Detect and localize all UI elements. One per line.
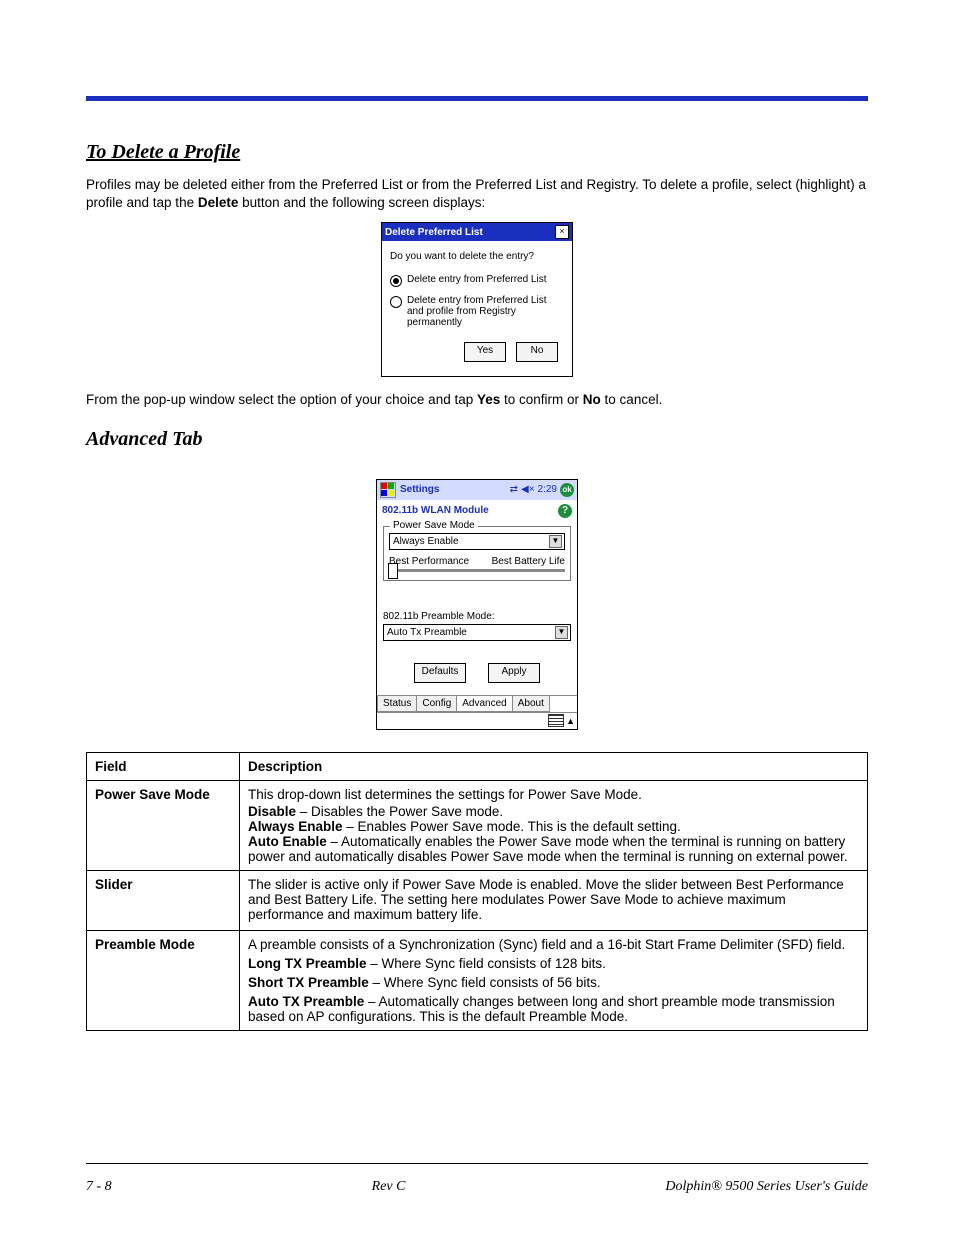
dialog-title: Delete Preferred List <box>385 227 483 238</box>
item-b: Always Enable <box>248 819 343 834</box>
item-b: Auto Enable <box>248 834 327 849</box>
no-button[interactable]: No <box>516 342 558 362</box>
footer-title: Dolphin® 9500 Series User's Guide <box>665 1179 868 1195</box>
post-end: to cancel. <box>601 392 663 407</box>
best-perf-label: Best Performance <box>389 556 469 567</box>
section-title-advanced: Advanced Tab <box>86 428 868 451</box>
top-rule <box>86 96 868 101</box>
intro-delete-bold: Delete <box>198 195 239 210</box>
radio-opt1-label: Delete entry from Preferred List <box>407 274 547 285</box>
desc-lead: The slider is active only if Power Save … <box>248 877 859 922</box>
psm-slider[interactable] <box>389 569 565 572</box>
psm-value: Always Enable <box>393 536 459 547</box>
psm-dropdown[interactable]: Always Enable ▼ <box>389 533 565 550</box>
cell-field: Preamble Mode <box>87 931 240 1031</box>
cell-field: Slider <box>87 871 240 931</box>
item-t: – Where Sync field consists of 56 bits. <box>369 975 601 990</box>
th-field: Field <box>87 753 240 781</box>
close-icon[interactable]: × <box>555 225 569 239</box>
preamble-dropdown[interactable]: Auto Tx Preamble ▼ <box>383 624 571 641</box>
footer-page: 7 - 8 <box>86 1179 112 1195</box>
intro-paragraph: Profiles may be deleted either from the … <box>86 176 868 212</box>
cell-desc: The slider is active only if Power Save … <box>240 871 868 931</box>
radio-opt2-label: Delete entry from Preferred List and pro… <box>407 295 564 328</box>
chevron-down-icon: ▼ <box>555 626 568 639</box>
tab-config[interactable]: Config <box>416 696 457 712</box>
preamble-label: 802.11b Preamble Mode: <box>383 611 571 622</box>
delete-dialog: Delete Preferred List × Do you want to d… <box>381 222 573 377</box>
slider-thumb[interactable] <box>388 563 398 579</box>
item-t: – Enables Power Save mode. This is the d… <box>343 819 681 834</box>
post-yes: Yes <box>477 392 500 407</box>
section-title-delete: To Delete a Profile <box>86 141 868 164</box>
table-row: Power Save Mode This drop-down list dete… <box>87 781 868 871</box>
item-b: Long TX Preamble <box>248 956 367 971</box>
footer-rule <box>86 1163 868 1164</box>
volume-icon: ◀× <box>521 484 535 495</box>
help-icon[interactable]: ? <box>558 504 572 518</box>
preamble-value: Auto Tx Preamble <box>387 627 467 638</box>
item-b: Short TX Preamble <box>248 975 369 990</box>
module-label: 802.11b WLAN Module <box>382 505 489 516</box>
power-save-group: Power Save Mode Always Enable ▼ Best Per… <box>383 526 571 581</box>
yes-button[interactable]: Yes <box>464 342 506 362</box>
settings-title: Settings <box>400 484 506 495</box>
item-b: Disable <box>248 804 296 819</box>
item-b: Auto TX Preamble <box>248 994 364 1009</box>
post-no: No <box>583 392 601 407</box>
apply-button[interactable]: Apply <box>488 663 540 683</box>
tab-status[interactable]: Status <box>377 696 417 712</box>
dialog-question: Do you want to delete the entry? <box>390 251 564 262</box>
tab-about[interactable]: About <box>512 696 550 712</box>
post-paragraph: From the pop-up window select the option… <box>86 391 868 409</box>
up-arrow-icon[interactable]: ▲ <box>566 716 575 726</box>
keyboard-icon[interactable] <box>548 714 564 727</box>
footer-rev: Rev C <box>372 1179 406 1195</box>
item-t: – Where Sync field consists of 128 bits. <box>367 956 606 971</box>
tab-advanced[interactable]: Advanced <box>456 696 512 712</box>
radio-opt1[interactable] <box>390 275 402 287</box>
best-batt-label: Best Battery Life <box>492 556 565 567</box>
advanced-screenshot: Settings ⇄ ◀× 2:29 ok 802.11b WLAN Modul… <box>376 479 578 730</box>
windows-flag-icon <box>380 482 396 498</box>
table-row: Preamble Mode A preamble consists of a S… <box>87 931 868 1031</box>
radio-opt2[interactable] <box>390 296 402 308</box>
post-mid: to confirm or <box>500 392 583 407</box>
cell-field: Power Save Mode <box>87 781 240 871</box>
psm-legend: Power Save Mode <box>390 520 478 531</box>
intro-post: button and the following screen displays… <box>238 195 485 210</box>
cell-desc: A preamble consists of a Synchronization… <box>240 931 868 1031</box>
cell-desc: This drop-down list determines the setti… <box>240 781 868 871</box>
defaults-button[interactable]: Defaults <box>414 663 466 683</box>
th-desc: Description <box>240 753 868 781</box>
field-description-table: Field Description Power Save Mode This d… <box>86 752 868 1031</box>
desc-lead: A preamble consists of a Synchronization… <box>248 937 859 952</box>
ok-badge[interactable]: ok <box>560 483 574 497</box>
signal-icon: ⇄ <box>510 484 518 495</box>
table-row: Slider The slider is active only if Powe… <box>87 871 868 931</box>
post-pre: From the pop-up window select the option… <box>86 392 477 407</box>
item-t: – Automatically enables the Power Save m… <box>248 834 848 864</box>
clock-time: 2:29 <box>538 484 557 495</box>
chevron-down-icon: ▼ <box>549 535 562 548</box>
desc-lead: This drop-down list determines the setti… <box>248 787 859 802</box>
item-t: – Disables the Power Save mode. <box>296 804 503 819</box>
